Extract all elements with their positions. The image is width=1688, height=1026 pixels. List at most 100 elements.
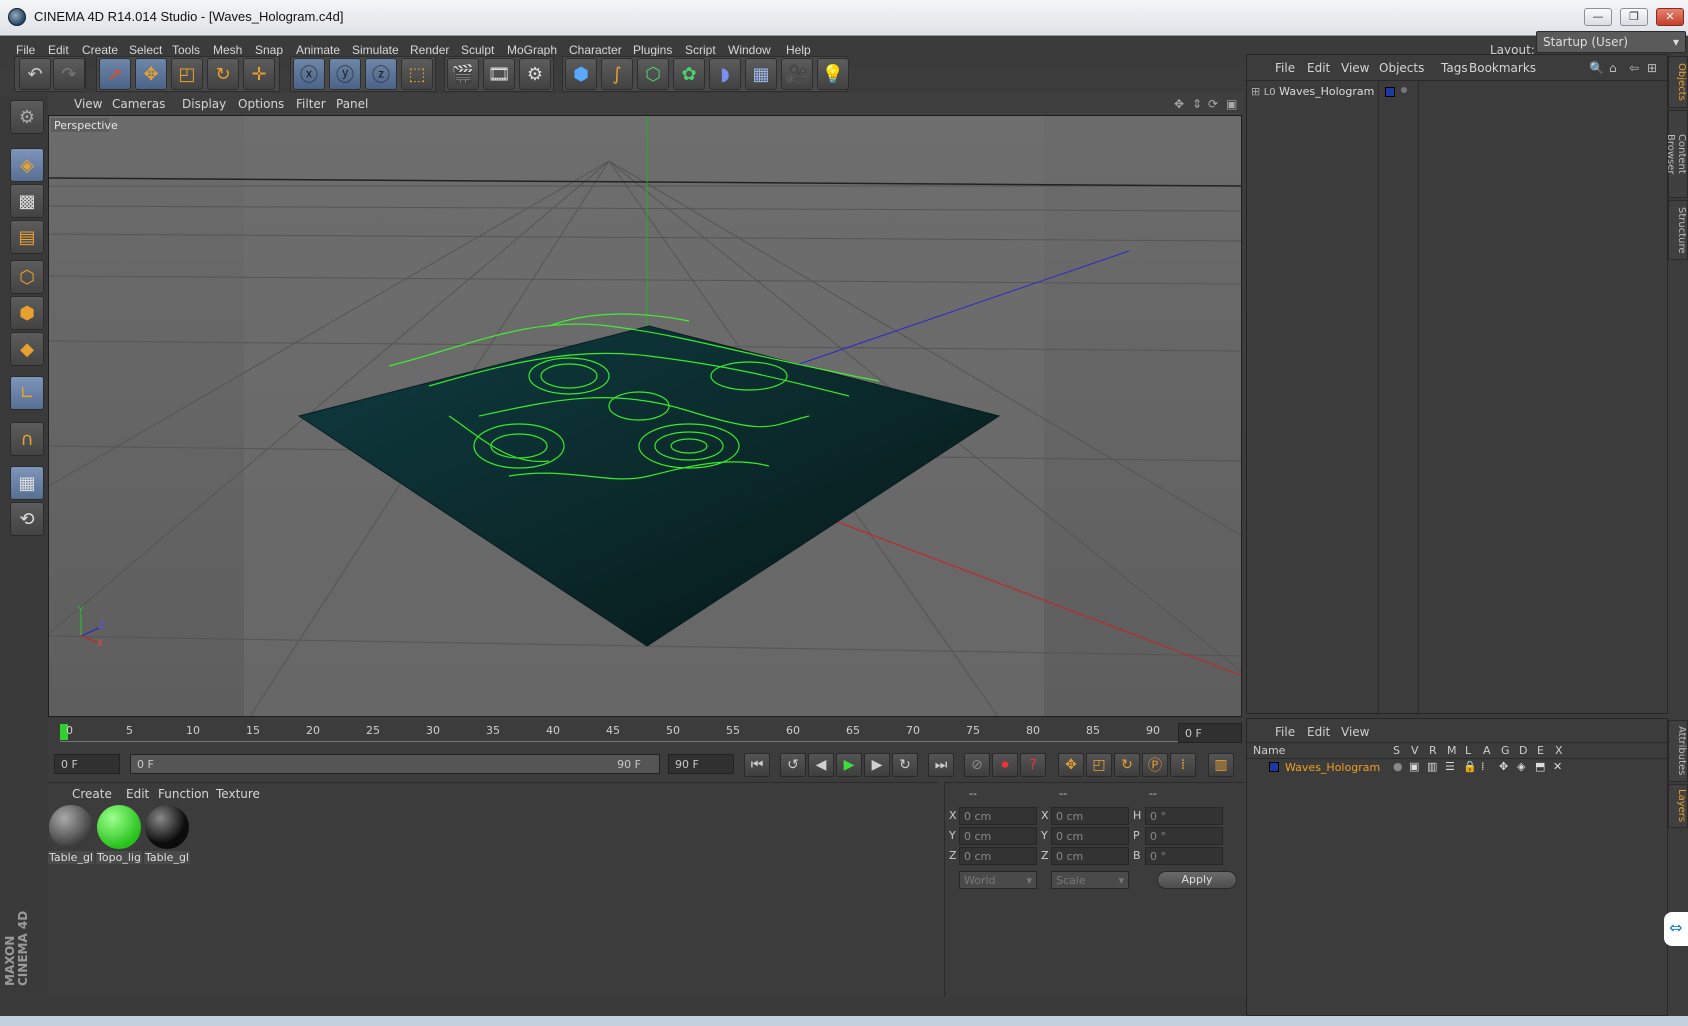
mat-menu-function[interactable]: Function	[158, 787, 209, 801]
current-frame-field[interactable]: 0 F	[1178, 723, 1242, 743]
new-panel-icon[interactable]: ⊞	[1647, 61, 1657, 75]
apply-button[interactable]: Apply	[1157, 871, 1237, 889]
size-x-field[interactable]: 0 cm	[1051, 807, 1129, 825]
deformer-icon[interactable]: ◈	[1517, 760, 1525, 773]
viewport-menu-display[interactable]: Display	[182, 97, 226, 111]
visibility-dot-icon[interactable]	[1401, 87, 1407, 93]
search-icon[interactable]: 🔍	[1589, 61, 1604, 75]
perspective-viewport[interactable]: Perspective Y Z X	[48, 115, 1242, 717]
lock-icon[interactable]: 🔒	[1463, 760, 1477, 773]
view-eye-icon[interactable]: ▣	[1409, 760, 1419, 773]
undo-icon[interactable]: ↶	[19, 58, 51, 90]
viewport-menu-filter[interactable]: Filter	[296, 97, 326, 111]
play-icon[interactable]: ▶	[836, 753, 862, 777]
layer-color-swatch[interactable]	[1269, 762, 1279, 772]
layer-menu-view[interactable]: View	[1341, 725, 1369, 739]
pos-y-field[interactable]: 0 cm	[959, 827, 1037, 845]
camera-icon[interactable]: 🎥	[781, 58, 813, 90]
y-axis-lock-icon[interactable]: ⓨ	[329, 58, 361, 90]
material-swatch[interactable]: Topo_lig	[96, 805, 142, 864]
mat-menu-edit[interactable]: Edit	[126, 787, 149, 801]
viewport-maximize-icon[interactable]: ▣	[1226, 97, 1237, 111]
back-icon[interactable]: ⇦	[1629, 61, 1639, 75]
record-keys-icon[interactable]: ⊘	[964, 753, 990, 777]
menu-help[interactable]: Help	[786, 43, 811, 57]
size-z-field[interactable]: 0 cm	[1051, 847, 1129, 865]
menu-tools[interactable]: Tools	[172, 43, 200, 57]
layer-name[interactable]: Waves_Hologram	[1285, 761, 1380, 774]
move-tool-icon[interactable]: ✥	[135, 58, 167, 90]
generator-icon[interactable]: ✥	[1499, 760, 1508, 773]
render-picture-viewer-icon[interactable]: 🎞	[483, 58, 515, 90]
viewport-menu-cameras[interactable]: Cameras	[112, 97, 165, 111]
obj-menu-objects[interactable]: Objects	[1379, 61, 1424, 75]
mat-menu-create[interactable]: Create	[72, 787, 112, 801]
render-view-icon[interactable]: 🎬	[447, 58, 479, 90]
teamviewer-icon[interactable]: ⇔	[1664, 912, 1688, 946]
menu-mograph[interactable]: MoGraph	[507, 43, 557, 57]
x-axis-lock-icon[interactable]: ⓧ	[293, 58, 325, 90]
make-editable-icon[interactable]: ⚙	[10, 100, 44, 134]
nurbs-icon[interactable]: ⬡	[637, 58, 669, 90]
manager-icon[interactable]: ☰	[1445, 760, 1455, 773]
viewport-zoom-icon[interactable]: ⇕	[1192, 97, 1202, 111]
scale-tool-icon[interactable]: ◰	[171, 58, 203, 90]
size-mode-dropdown[interactable]: Scale ▾	[1051, 871, 1129, 889]
menu-mesh[interactable]: Mesh	[213, 43, 242, 57]
edges-mode-icon[interactable]: ⬢	[10, 296, 44, 330]
frame-range-slider[interactable]: 0 F 90 F	[130, 754, 660, 774]
rot-h-field[interactable]: 0 °	[1145, 807, 1223, 825]
coordinate-system-icon[interactable]: ⬚	[401, 58, 433, 90]
size-y-field[interactable]: 0 cm	[1051, 827, 1129, 845]
obj-menu-tags[interactable]: Tags	[1441, 61, 1468, 75]
next-key-icon[interactable]: ↻	[892, 753, 918, 777]
points-mode-icon[interactable]: ⬡	[10, 260, 44, 294]
deformer-icon[interactable]: ◗	[709, 58, 741, 90]
rot-p-field[interactable]: 0 °	[1145, 827, 1223, 845]
key-pla-icon[interactable]: ⁞	[1170, 753, 1196, 777]
go-to-end-icon[interactable]: ⏭	[928, 753, 954, 777]
tab-layers[interactable]: Layers	[1668, 784, 1688, 828]
object-row[interactable]: ⊞ L0 Waves_Hologram	[1251, 85, 1377, 103]
layer-menu-edit[interactable]: Edit	[1307, 725, 1330, 739]
menu-edit[interactable]: Edit	[48, 43, 69, 57]
menu-script[interactable]: Script	[685, 43, 716, 57]
key-position-icon[interactable]: ✥	[1058, 753, 1084, 777]
tab-structure[interactable]: Structure	[1668, 200, 1688, 260]
mograph-cloner-icon[interactable]: ✿	[673, 58, 705, 90]
menu-file[interactable]: File	[16, 43, 35, 57]
tab-content-browser[interactable]: Content Browser	[1665, 110, 1688, 198]
coordinate-mode-dropdown[interactable]: World ▾	[959, 871, 1037, 889]
help-record-icon[interactable]: ?	[1020, 753, 1046, 777]
key-parameter-icon[interactable]: Ⓟ	[1142, 753, 1168, 777]
start-frame-field[interactable]: 0 F	[54, 754, 120, 774]
minimize-button[interactable]: —	[1584, 8, 1612, 26]
menu-select[interactable]: Select	[129, 43, 162, 57]
locked-workplane-icon[interactable]: ▦	[10, 466, 44, 500]
pos-x-field[interactable]: 0 cm	[959, 807, 1037, 825]
render-icon[interactable]: ▥	[1427, 760, 1437, 773]
polygons-mode-icon[interactable]: ◆	[10, 332, 44, 366]
rot-b-field[interactable]: 0 °	[1145, 847, 1223, 865]
animation-icon[interactable]: ⁞	[1481, 760, 1485, 773]
obj-menu-view[interactable]: View	[1341, 61, 1369, 75]
xref-icon[interactable]: ✕	[1553, 760, 1562, 773]
render-settings-icon[interactable]: ⚙	[519, 58, 551, 90]
obj-menu-edit[interactable]: Edit	[1307, 61, 1330, 75]
close-button[interactable]: ✕	[1656, 8, 1684, 26]
expand-icon[interactable]: ⊞	[1251, 85, 1260, 98]
go-to-start-icon[interactable]: ⏮	[744, 753, 770, 777]
magnet-snap-icon[interactable]: ∩	[10, 422, 44, 456]
viewport-move-icon[interactable]: ✥	[1174, 97, 1184, 111]
end-frame-field[interactable]: 90 F	[668, 754, 734, 774]
menu-simulate[interactable]: Simulate	[352, 43, 399, 57]
timeline-ruler[interactable]: 0 5 10 15 20 25 30 35 40 45 50 55 60 65 …	[48, 720, 1244, 746]
mat-menu-texture[interactable]: Texture	[216, 787, 260, 801]
viewport-menu-view[interactable]: View	[74, 97, 102, 111]
axis-mode-icon[interactable]: ∟	[10, 376, 44, 410]
viewport-menu-options[interactable]: Options	[238, 97, 284, 111]
redo-icon[interactable]: ↷	[53, 58, 85, 90]
viewport-rotate-icon[interactable]: ⟳	[1208, 97, 1218, 111]
z-axis-lock-icon[interactable]: ⓩ	[365, 58, 397, 90]
layer-row[interactable]: Waves_Hologram ● ▣ ▥ ☰ 🔒 ⁞ ✥ ◈ ⬒ ✕	[1247, 759, 1667, 777]
